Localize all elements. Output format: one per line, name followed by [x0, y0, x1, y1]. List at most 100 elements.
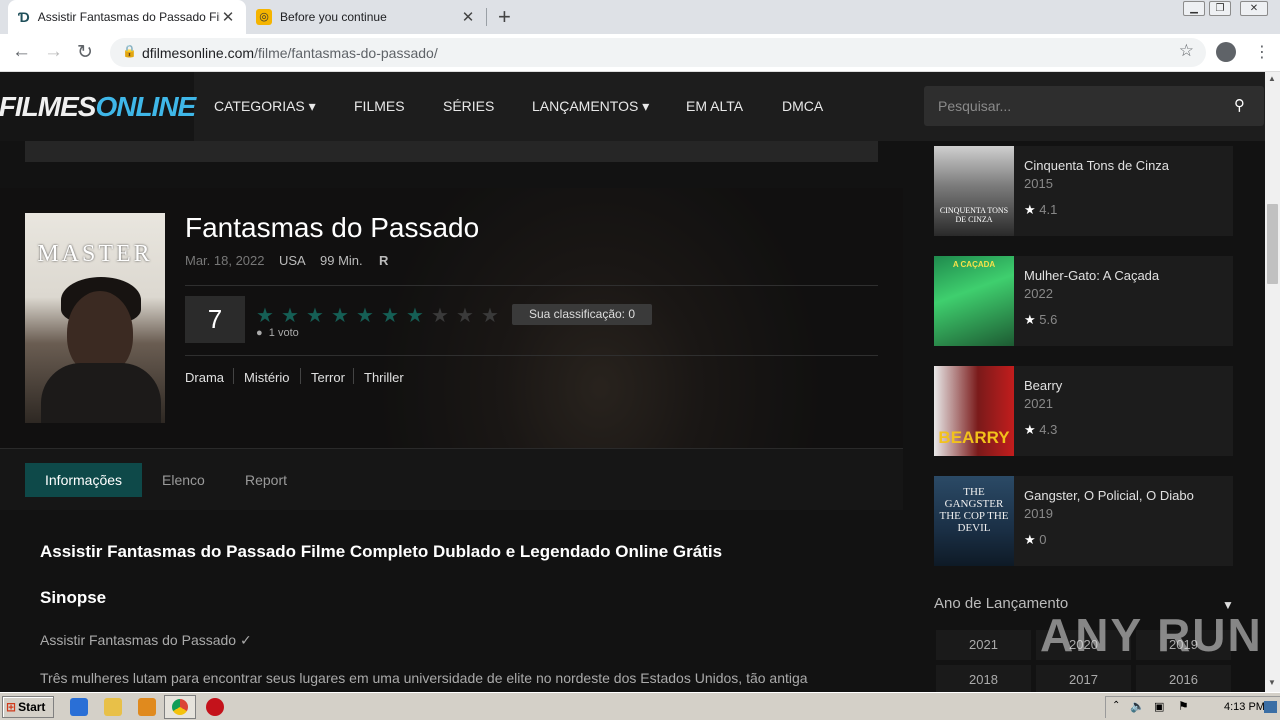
year-button[interactable]: 2021 [936, 630, 1031, 660]
restore-icon[interactable]: ❐ [1209, 1, 1231, 16]
card-title: Gangster, O Policial, O Diabo [1024, 488, 1194, 503]
rating-star-icon[interactable]: ★ [431, 303, 449, 328]
tab-elenco[interactable]: Elenco [142, 463, 225, 497]
opera-icon[interactable] [206, 698, 224, 716]
tab-report[interactable]: Report [225, 463, 307, 497]
menu-series[interactable]: SÉRIES [443, 98, 494, 114]
star-icon: ★ [1024, 422, 1036, 437]
age-rating: R [379, 253, 389, 268]
rating-star-icon[interactable]: ★ [456, 303, 474, 328]
menu-dots-icon[interactable]: ⋮ [1254, 42, 1270, 62]
rating-star-icon[interactable]: ★ [281, 303, 299, 328]
media-player-icon[interactable] [138, 698, 156, 716]
reload-icon[interactable]: ↻ [77, 41, 93, 64]
card-year: 2021 [1024, 396, 1053, 411]
your-rating: Sua classificação: 0 [512, 304, 652, 325]
url-host: dfilmesonline.com [142, 45, 255, 61]
address-bar[interactable]: 🔒 dfilmesonline.com/filme/fantasmas-do-p… [110, 38, 1206, 67]
menu-dmca[interactable]: DMCA [782, 98, 823, 114]
poster-coat [41, 363, 161, 423]
rating-star-icon[interactable]: ★ [406, 303, 424, 328]
card-rating-value: 4.1 [1039, 202, 1058, 217]
explorer-icon[interactable] [104, 698, 122, 716]
search-input[interactable] [924, 86, 1224, 126]
sidebar-movie-card[interactable]: BEARRY Bearry 2021 ★ 4.3 [934, 366, 1233, 456]
minimize-icon[interactable]: ▁ [1183, 1, 1205, 16]
rating-star-icon[interactable]: ★ [356, 303, 374, 328]
genre-link[interactable]: Thriller [364, 370, 404, 385]
bookmark-star-icon[interactable]: ☆ [1179, 41, 1194, 61]
year-button[interactable]: 2018 [936, 665, 1031, 692]
close-tab-icon[interactable]: ✕ [460, 8, 476, 26]
search-box: ⚲ [924, 86, 1264, 126]
new-tab-icon[interactable]: + [498, 4, 511, 30]
duration: 99 Min. [320, 253, 363, 268]
content-area [0, 510, 903, 692]
profile-icon[interactable] [1216, 42, 1236, 62]
card-year: 2019 [1024, 506, 1053, 521]
page-scrollbar[interactable]: ▲ ▼ [1265, 72, 1280, 692]
windows-taskbar: ⊞ Start ⌃ 🔈 ▣ ⚑ 4:13 PM [0, 692, 1280, 720]
player-bar[interactable] [25, 141, 878, 162]
release-date: Mar. 18, 2022 [185, 253, 265, 268]
scrollbar-thumb[interactable] [1267, 204, 1278, 284]
rating-star-icon[interactable]: ★ [381, 303, 399, 328]
network-icon[interactable]: ▣ [1154, 700, 1164, 713]
sidebar-movie-card[interactable]: THE GANGSTER THE COP THE DEVIL Gangster,… [934, 476, 1233, 566]
show-desktop-icon[interactable] [1264, 701, 1277, 713]
movie-thumb: BEARRY [934, 366, 1014, 456]
tab-inactive[interactable]: ◎ Before you continue ✕ [246, 0, 486, 34]
movie-thumb: CINQUENTA TONS DE CINZA [934, 146, 1014, 236]
ie-icon[interactable] [70, 698, 88, 716]
country: USA [279, 253, 306, 268]
sinopse-heading: Sinopse [40, 588, 107, 607]
clock: 4:13 PM [1224, 701, 1265, 713]
chrome-icon [172, 699, 188, 715]
url-text[interactable]: dfilmesonline.com/filme/fantasmas-do-pas… [142, 45, 438, 61]
genre-link[interactable]: Mistério [244, 370, 290, 385]
card-rating: ★ 0 [1024, 532, 1047, 548]
poster-title: MASTER [37, 241, 153, 267]
close-window-icon[interactable]: ✕ [1240, 1, 1268, 16]
forward-icon[interactable]: → [44, 41, 63, 63]
volume-icon[interactable]: 🔈 [1130, 699, 1145, 713]
divider [185, 355, 878, 356]
browser-toolbar: ← → ↻ 🔒 dfilmesonline.com/filme/fantasma… [0, 34, 1280, 72]
movie-title: Fantasmas do Passado [185, 212, 480, 243]
scroll-up-icon[interactable]: ▲ [1268, 74, 1276, 83]
flag-icon[interactable]: ⚑ [1178, 699, 1189, 713]
tab-informacoes[interactable]: Informações [25, 463, 143, 497]
close-tab-icon[interactable]: ✕ [220, 8, 236, 26]
star-icon: ★ [1024, 312, 1036, 327]
rating-star-icon[interactable]: ★ [306, 303, 324, 328]
menu-em-alta[interactable]: EM ALTA [686, 98, 743, 114]
card-title: Cinquenta Tons de Cinza [1024, 158, 1170, 173]
menu-categorias[interactable]: CATEGORIAS ▾ [214, 98, 316, 115]
search-icon[interactable]: ⚲ [1234, 96, 1245, 114]
genre-link[interactable]: Terror [311, 370, 345, 385]
year-button[interactable]: 2016 [1136, 665, 1231, 692]
system-tray: ⌃ 🔈 ▣ ⚑ 4:13 PM [1105, 696, 1280, 718]
chrome-task[interactable] [164, 695, 196, 719]
card-rating-value: 5.6 [1039, 312, 1058, 327]
card-year: 2015 [1024, 176, 1053, 191]
rating-star-icon[interactable]: ★ [481, 303, 499, 328]
genre-link[interactable]: Drama [185, 370, 224, 385]
sidebar-movie-card[interactable]: CINQUENTA TONS DE CINZA Cinquenta Tons d… [934, 146, 1233, 236]
rating-star-icon[interactable]: ★ [331, 303, 349, 328]
menu-lancamentos[interactable]: LANÇAMENTOS ▾ [532, 98, 649, 115]
sidebar-movie-card[interactable]: A CAÇADA Mulher-Gato: A Caçada 2022 ★ 5.… [934, 256, 1233, 346]
back-icon[interactable]: ← [12, 41, 31, 63]
tray-arrow-icon[interactable]: ⌃ [1112, 700, 1120, 711]
start-button[interactable]: ⊞ Start [2, 696, 54, 718]
menu-filmes[interactable]: FILMES [354, 98, 405, 114]
scroll-down-icon[interactable]: ▼ [1268, 678, 1276, 687]
movie-thumb: A CAÇADA [934, 256, 1014, 346]
year-button[interactable]: 2017 [1036, 665, 1131, 692]
anyrun-watermark: ANY RUN [1040, 609, 1263, 661]
rating-star-icon[interactable]: ★ [256, 303, 274, 328]
start-label: Start [18, 700, 46, 714]
thumb-text: BEARRY [938, 428, 1010, 447]
site-logo[interactable]: FILMES ONLINE [0, 72, 196, 141]
tab-active[interactable]: Ɗ Assistir Fantasmas do Passado Filme ✕ [8, 0, 246, 34]
